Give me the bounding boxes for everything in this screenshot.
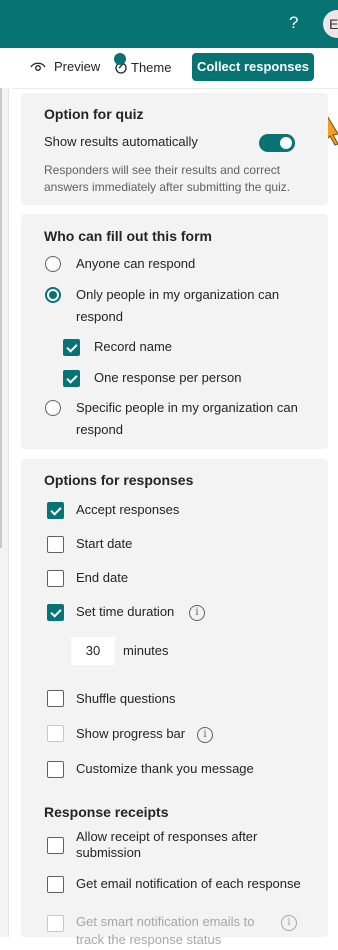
shuffle-checkbox[interactable] — [47, 690, 64, 707]
specific-label-line1: Specific people in my organization can — [76, 400, 298, 415]
preview-label: Preview — [54, 59, 101, 74]
eye-icon — [30, 62, 46, 71]
anyone-radio[interactable] — [45, 256, 61, 272]
specific-radio[interactable] — [45, 400, 61, 416]
thank-you-checkbox[interactable] — [47, 761, 64, 778]
theme-label: Theme — [131, 59, 172, 75]
left-scroll-edge — [0, 88, 9, 937]
shuffle-label: Shuffle questions — [76, 691, 176, 706]
quiz-heading: Option for quiz — [44, 106, 144, 122]
one-response-label: One response per person — [94, 370, 242, 385]
show-results-toggle[interactable] — [259, 134, 295, 152]
email-notify-checkbox[interactable] — [47, 876, 64, 893]
org-radio[interactable] — [45, 287, 61, 303]
progress-info-icon[interactable]: i — [197, 727, 213, 743]
responses-heading: Options for responses — [44, 472, 194, 488]
time-duration-checkbox[interactable] — [47, 604, 64, 621]
avatar[interactable]: E — [323, 10, 338, 38]
anyone-label: Anyone can respond — [76, 256, 196, 271]
quiz-description-line2: answers immediately after submitting the… — [44, 180, 291, 194]
thank-you-label: Customize thank you message — [76, 761, 254, 776]
scrollbar-track[interactable] — [0, 88, 2, 548]
progress-bar-label: Show progress bar — [76, 726, 186, 741]
record-name-label: Record name — [94, 339, 173, 354]
accept-responses-label: Accept responses — [76, 502, 180, 517]
who-heading: Who can fill out this form — [44, 228, 212, 244]
allow-receipt-line1: Allow receipt of responses after — [76, 829, 258, 844]
start-date-label: Start date — [76, 536, 133, 551]
quiz-description-line1: Responders will see their results and co… — [44, 163, 281, 177]
smart-notify-line1: Get smart notification emails to — [76, 914, 255, 929]
time-duration-label: Set time duration — [76, 604, 175, 619]
minutes-label: minutes — [123, 643, 169, 658]
accept-responses-checkbox[interactable] — [47, 502, 64, 519]
smart-info-icon[interactable]: i — [281, 915, 297, 931]
end-date-checkbox[interactable] — [47, 570, 64, 587]
email-notify-label: Get email notification of each response — [76, 876, 301, 891]
minutes-input[interactable]: 30 — [71, 637, 115, 665]
start-date-checkbox[interactable] — [47, 536, 64, 553]
smart-notify-line2: track the response status — [76, 932, 222, 947]
org-label-line1: Only people in my organization can — [76, 287, 280, 302]
end-date-label: End date — [76, 570, 129, 585]
toolbar: Preview Theme Collect responses — [0, 48, 338, 88]
collect-responses-button[interactable]: Collect responses — [192, 53, 314, 81]
preview-button[interactable]: Preview — [30, 59, 100, 74]
record-name-checkbox[interactable] — [63, 339, 80, 356]
toolbar-divider — [12, 88, 338, 89]
one-response-checkbox[interactable] — [63, 370, 80, 387]
help-icon[interactable]: ? — [289, 13, 298, 33]
theme-badge-icon — [114, 53, 126, 65]
progress-bar-checkbox[interactable] — [47, 725, 64, 742]
specific-label-line2: respond — [76, 422, 123, 437]
smart-notify-checkbox[interactable] — [47, 915, 64, 932]
top-bar: ? E — [0, 0, 338, 48]
show-results-label: Show results automatically — [44, 134, 198, 149]
org-label-line2: respond — [76, 309, 123, 324]
receipts-heading: Response receipts — [44, 804, 169, 820]
allow-receipt-line2: submission — [76, 845, 142, 860]
info-icon[interactable]: i — [189, 605, 205, 621]
allow-receipt-checkbox[interactable] — [47, 837, 64, 854]
